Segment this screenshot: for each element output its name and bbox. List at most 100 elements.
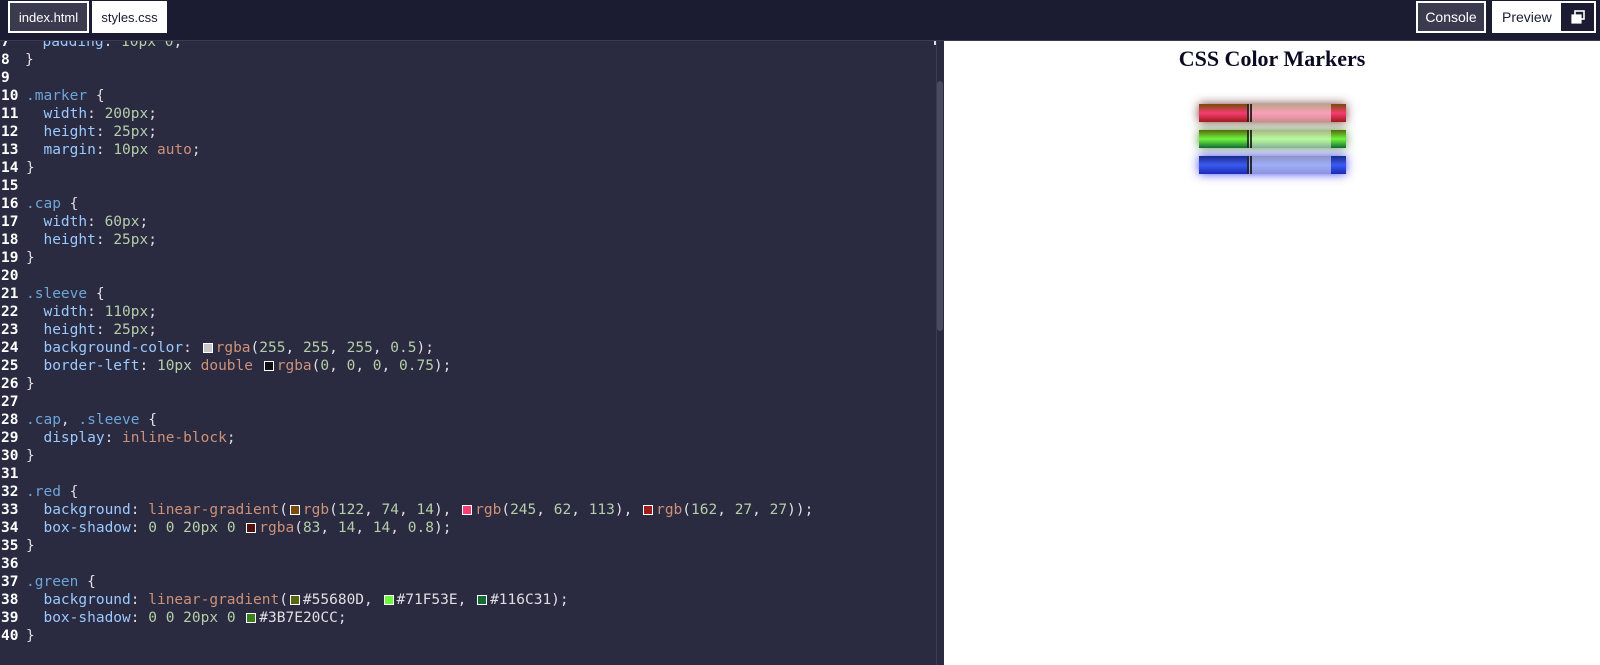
editor-scrollbar-thumb[interactable] [937,81,943,331]
popout-window-icon[interactable] [1561,3,1594,31]
code-token: 0 [156,610,175,626]
code-token: 10px [113,142,149,158]
code-token: ( [501,502,511,518]
marker-green [1199,130,1346,148]
code-line: 33 background: linear-gradient(rgb(122, … [0,501,813,519]
code-token: { [87,286,105,302]
code-token: 255 [259,340,286,356]
tab-styles-css[interactable]: styles.css [92,1,167,33]
tab-index-html[interactable]: index.html [8,1,89,33]
code-token: 14 [416,502,434,518]
code-line: 16 .cap { [0,195,813,213]
preview-button[interactable]: Preview [1492,1,1596,33]
code-token: #116C31); [490,592,569,608]
console-button[interactable]: Console [1416,1,1486,33]
code-token: , [717,502,735,518]
code-token: .red [26,484,61,500]
code-token: 83 [302,520,321,536]
code-token: , [320,520,338,536]
code-line: 32 .red { [0,483,813,501]
code-token: margin [26,142,96,158]
code-token: : [130,502,149,518]
code-token: .cap [26,412,61,428]
code-token: ( [250,340,260,356]
line-number: 36 [1,556,19,572]
code-line: 12 height: 25px; [0,123,813,141]
code-line: 17 width: 60px; [0,213,813,231]
code-token: 0 [218,520,245,536]
color-swatch[interactable] [289,505,300,515]
code-line: 34 box-shadow: 0 0 20px 0 rgba(83, 14, 1… [0,519,813,537]
code-token: background-color [26,340,184,356]
line-number: 8 [1,52,10,68]
code-token: box-shadow [26,610,131,626]
color-swatch[interactable] [477,595,488,605]
code-line: 35} [0,537,813,555]
code-token: : [130,520,149,536]
code-token: 10px [121,41,156,50]
line-number: 9 [1,70,10,86]
code-token: : [87,106,105,122]
code-token: ; [148,106,157,122]
color-swatch[interactable] [462,505,473,515]
code-token: 27 [734,502,753,518]
code-token: { [87,88,105,104]
code-token: 0.5 [390,340,417,356]
code-token: 14 [372,520,391,536]
code-token: border-left [26,358,140,374]
line-number: 18 [1,232,19,248]
code-token: .sleeve [78,412,140,428]
line-number: 16 [1,196,19,212]
code-token: { [60,484,79,500]
code-token: ; [148,304,157,320]
code-token: rgb [475,502,502,518]
color-swatch[interactable] [246,613,257,623]
code-line: 14} [0,159,813,177]
code-token: auto [148,142,192,158]
code-token: width [26,106,88,122]
line-number: 29 [1,430,19,446]
code-token: 0 [148,520,157,536]
code-line: 25 border-left: 10px double rgba(0, 0, 0… [0,357,813,375]
line-number: 11 [1,106,19,122]
code-token: , [364,502,382,518]
marker-cap [1199,104,1247,122]
marker-cap [1199,130,1247,148]
code-line: 9 [0,69,813,87]
code-editor[interactable]: 7 padding: 10px 0; 8} 9 10 .marker {11 width… [0,41,944,665]
code-token: .sleeve [26,286,88,302]
color-swatch[interactable] [263,361,274,371]
code-token: : [104,430,123,446]
line-number: 38 [1,592,19,608]
color-swatch[interactable] [289,595,300,605]
code-token: box-shadow [26,520,131,536]
code-token: padding [25,41,104,50]
code-token: rgba [215,340,251,356]
code-token: : [130,592,149,608]
line-number: 26 [1,376,19,392]
code-token: .marker [26,88,88,104]
code-line: 23 height: 25px; [0,321,813,339]
top-bar: index.html styles.css Console Preview [0,0,1600,41]
code-line: 19} [0,249,813,267]
code-token: #71F53E, [396,592,476,608]
code-lines: 7 padding: 10px 0; 8} 9 10 .marker {11 width… [0,41,813,645]
code-line: 22 width: 110px; [0,303,813,321]
code-line: 30} [0,447,813,465]
color-swatch[interactable] [246,523,257,533]
code-token: : [130,610,149,626]
code-line: 13 margin: 10px auto; [0,141,813,159]
code-token: : [183,340,201,356]
color-swatch[interactable] [383,595,394,605]
code-token: ; [148,232,157,248]
color-swatch[interactable] [202,343,213,353]
code-token: 25px [113,232,149,248]
marker-cap [1199,156,1247,174]
code-token: 74 [381,502,399,518]
code-token: 110px [104,304,149,320]
marker-sleeve [1247,104,1331,122]
code-line: 8} [0,51,813,69]
code-token: , [285,340,303,356]
color-swatch[interactable] [643,505,654,515]
code-token: rgb [656,502,683,518]
